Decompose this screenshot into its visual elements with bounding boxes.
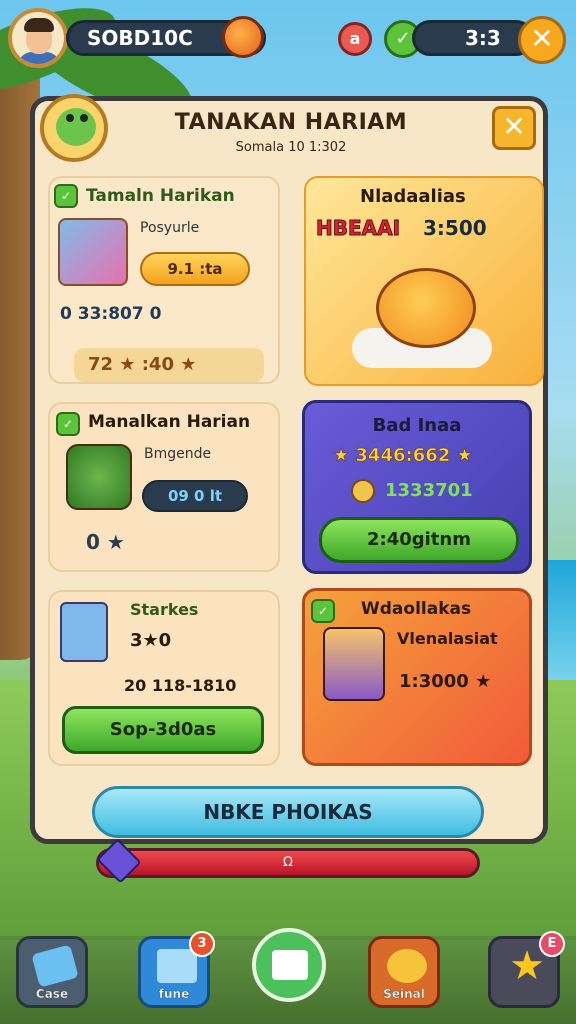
character-portrait-icon xyxy=(323,627,385,701)
card-title: Manalkan Harian xyxy=(88,412,251,432)
task-card-1[interactable]: ✓ Tamaln Harikan Posyurle 9.1 :ta 0 33:8… xyxy=(48,176,280,384)
nav-badge: E xyxy=(539,931,565,957)
card-reward: 1333701 xyxy=(351,479,473,503)
card-price: 1:3000 ★ xyxy=(399,671,492,692)
close-panel-button[interactable]: ✕ xyxy=(492,106,536,150)
nav-star-button[interactable]: ★ E xyxy=(488,931,565,1008)
nav-label: Case xyxy=(35,987,69,1001)
main-action-button[interactable]: NBKE PHOIKAS xyxy=(92,786,484,838)
card-value: 3:500 xyxy=(423,216,487,240)
card-icons-row: 0 ★ xyxy=(86,530,125,554)
card-score: 3★0 xyxy=(130,630,172,651)
card-4-button[interactable]: 2:40gitnm xyxy=(319,517,519,563)
chick-icon xyxy=(376,268,476,348)
star-icon: ★ xyxy=(509,943,545,989)
progress-bar: Ω xyxy=(96,848,480,878)
card-stats: 0 33:807 0 xyxy=(60,304,162,324)
coin-icon xyxy=(351,479,375,503)
coin-icon xyxy=(387,949,427,983)
nav-badge: 3 xyxy=(189,931,215,957)
currency-2-icon[interactable]: a xyxy=(338,22,372,56)
currency-1-value: SOBD10C xyxy=(87,26,193,50)
player-avatar[interactable] xyxy=(8,8,68,68)
panel-header: TANAKAN HARIAM Somala 10 1:302 ✕ xyxy=(36,94,542,170)
leaf-icon: ✓ xyxy=(56,412,80,436)
frog-avatar-icon xyxy=(40,94,108,162)
portrait-icon xyxy=(60,602,108,662)
panel-title: TANAKAN HARIAM xyxy=(174,110,408,135)
currency-3-value: 3:3 xyxy=(465,26,501,50)
food-pot-icon xyxy=(66,444,132,510)
card-icons-text: 0 ★ xyxy=(86,530,125,554)
card-title: Wdaollakas xyxy=(361,599,472,619)
card-title: Starkes xyxy=(130,600,199,619)
card-highlight: HBEAAI xyxy=(315,216,401,241)
progress-label: Ω xyxy=(283,855,293,870)
nav-label: fune xyxy=(158,987,190,1001)
panel-subtitle: Somala 10 1:302 xyxy=(235,140,347,155)
card-subtitle: Vlenalasiat xyxy=(397,629,498,648)
leaf-icon: ✓ xyxy=(311,599,335,623)
close-button-top[interactable]: ✕ xyxy=(518,16,566,64)
book-icon xyxy=(272,950,308,980)
top-bar: SOBD10C a ✓ 3:3 ✕ xyxy=(8,8,568,70)
card-title: Tamaln Harikan xyxy=(86,186,235,206)
shop-icon xyxy=(157,949,197,983)
task-card-6[interactable]: ✓ Wdaollakas Vlenalasiat 1:3000 ★ xyxy=(302,588,532,766)
card-label: Posyurle xyxy=(140,220,200,236)
nav-seinal-button[interactable]: Seinal xyxy=(368,936,440,1008)
card-1-button[interactable]: 9.1 :ta xyxy=(140,252,250,286)
leaf-icon: ✓ xyxy=(54,184,78,208)
task-card-2[interactable]: Nladaalias HBEAAI 3:500 xyxy=(304,176,544,386)
card-progress: 72 ★ :40 ★ xyxy=(74,348,264,382)
task-card-5[interactable]: Starkes 3★0 20 118-1810 Sop-3d0as xyxy=(48,590,280,766)
nav-home-button[interactable] xyxy=(252,928,326,1002)
character-thumbnail xyxy=(58,218,128,286)
card-title: Nladaalias xyxy=(360,186,466,207)
card-label: Bmgende xyxy=(144,446,212,462)
card-count: ★ 3446:662 ★ xyxy=(333,445,473,467)
case-icon xyxy=(31,944,79,988)
card-title: Bad Inaa xyxy=(372,415,462,436)
nav-case-button[interactable]: Case xyxy=(16,936,88,1008)
card-time: 20 118-1810 xyxy=(124,676,237,695)
nav-fune-button[interactable]: fune 3 xyxy=(138,931,215,1008)
card-highlight-row: HBEAAI 3:500 xyxy=(315,216,538,252)
task-card-4[interactable]: Bad Inaa ★ 3446:662 ★ 1333701 2:40gitnm xyxy=(302,400,532,574)
card-reward-value: 1333701 xyxy=(385,480,473,501)
task-card-3[interactable]: ✓ Manalkan Harian Bmgende 09 0 lt 0 ★ xyxy=(48,402,280,572)
card-3-field[interactable]: 09 0 lt xyxy=(142,480,248,512)
currency-3-display: 3:3 xyxy=(412,20,534,56)
card-5-button[interactable]: Sop-3d0as xyxy=(62,706,264,754)
nav-label: Seinal xyxy=(383,987,425,1001)
fruit-icon xyxy=(222,16,264,58)
